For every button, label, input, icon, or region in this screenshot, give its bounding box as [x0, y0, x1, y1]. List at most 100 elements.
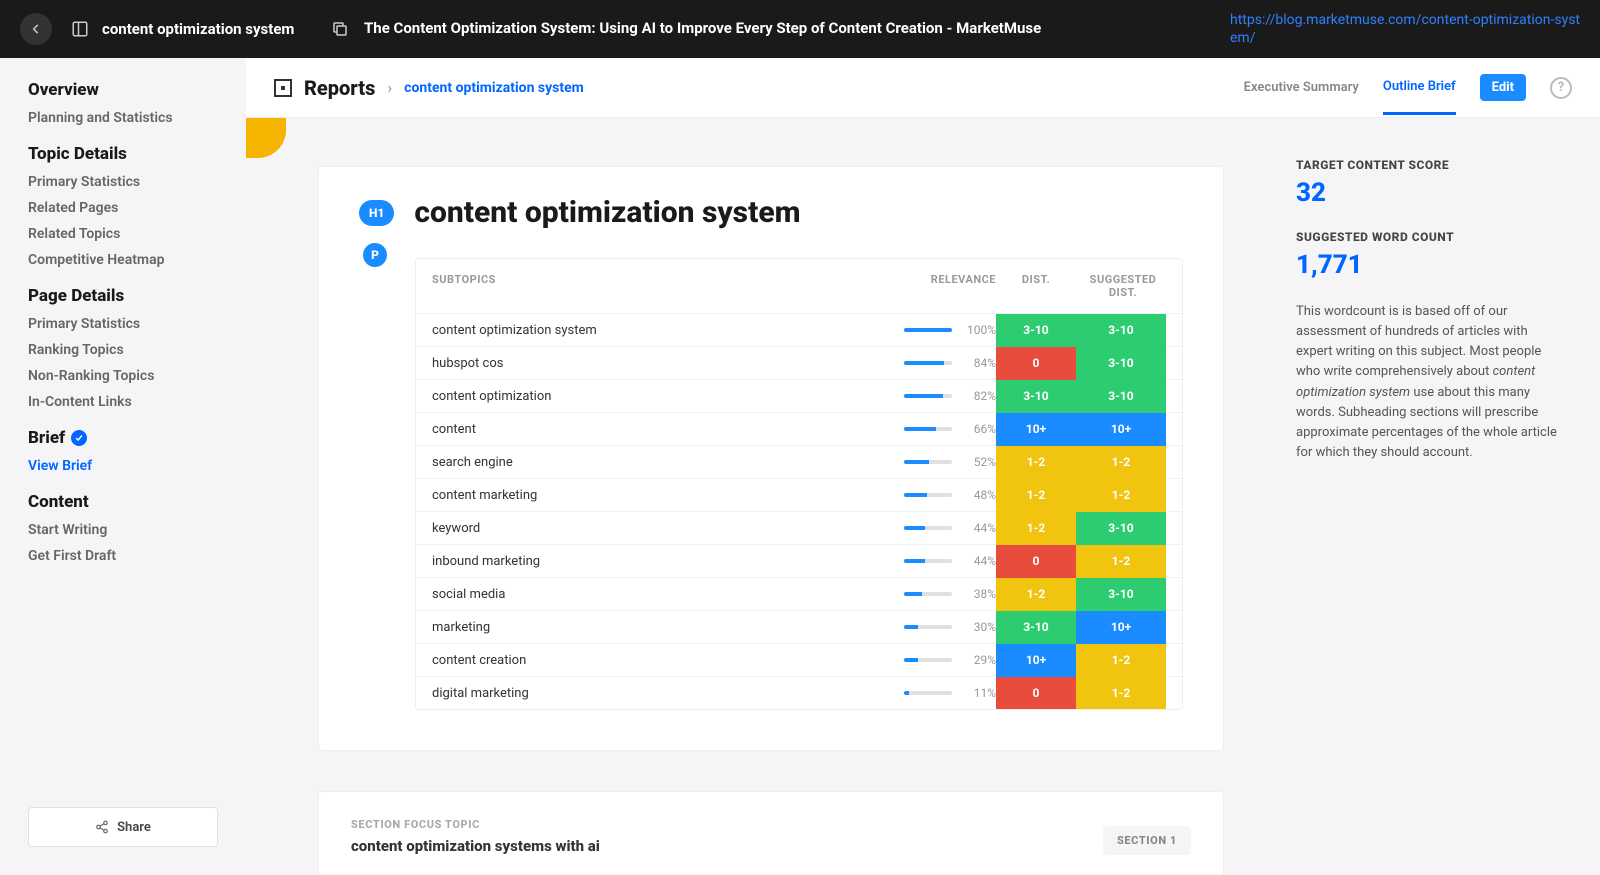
sidebar-item[interactable]: Competitive Heatmap	[28, 252, 218, 268]
cell-relevance: 48%	[876, 488, 996, 502]
table-row[interactable]: social media38%1-23-10	[416, 577, 1182, 610]
table-row[interactable]: content creation29%10+1-2	[416, 643, 1182, 676]
sidebar-heading: Page Details	[28, 286, 218, 306]
target-score-value: 32	[1296, 178, 1566, 208]
main-content: Reports › content optimization system Ex…	[246, 58, 1600, 875]
cell-subtopic: hubspot cos	[432, 356, 876, 371]
chevron-right-icon: ›	[387, 78, 392, 97]
decoration-corner	[246, 118, 286, 158]
query-title: content optimization system	[102, 20, 302, 39]
sidebar-item[interactable]: Primary Statistics	[28, 316, 218, 332]
table-row[interactable]: inbound marketing44%01-2	[416, 544, 1182, 577]
cell-sugg-dist: 10+	[1076, 413, 1166, 446]
panel-icon[interactable]	[70, 19, 90, 39]
table-row[interactable]: content optimization82%3-103-10	[416, 379, 1182, 412]
sidebar-item[interactable]: Related Topics	[28, 226, 218, 242]
table-row[interactable]: content marketing48%1-21-2	[416, 478, 1182, 511]
section-focus-label: SECTION FOCUS TOPIC	[351, 818, 600, 831]
cell-dist: 3-10	[996, 380, 1076, 413]
sidebar-item[interactable]: Ranking Topics	[28, 342, 218, 358]
page-title: The Content Optimization System: Using A…	[364, 19, 1230, 39]
cell-relevance: 66%	[876, 422, 996, 436]
back-button[interactable]	[20, 13, 52, 45]
cell-dist: 3-10	[996, 611, 1076, 644]
cell-subtopic: inbound marketing	[432, 554, 876, 569]
cell-sugg-dist: 3-10	[1076, 380, 1166, 413]
word-count-label: SUGGESTED WORD COUNT	[1296, 230, 1566, 244]
cell-subtopic: content marketing	[432, 488, 876, 503]
col-dist: DIST.	[996, 273, 1076, 299]
tab-outline-brief[interactable]: Outline Brief	[1383, 79, 1456, 115]
main-header: Reports › content optimization system Ex…	[246, 58, 1600, 118]
cell-relevance: 44%	[876, 554, 996, 568]
sidebar-heading: Content	[28, 492, 218, 512]
sidebar-heading: Brief	[28, 428, 218, 448]
sidebar-item[interactable]: Primary Statistics	[28, 174, 218, 190]
section-focus-title: content optimization systems with ai	[351, 837, 600, 855]
reports-label: Reports	[304, 76, 375, 100]
col-sugg-dist: SUGGESTED DIST.	[1076, 273, 1166, 299]
table-row[interactable]: hubspot cos84%03-10	[416, 346, 1182, 379]
cell-dist: 1-2	[996, 446, 1076, 479]
cell-subtopic: content optimization system	[432, 323, 876, 338]
cell-sugg-dist: 1-2	[1076, 677, 1166, 710]
breadcrumb-link[interactable]: content optimization system	[404, 80, 584, 96]
cell-dist: 0	[996, 677, 1076, 710]
sidebar-item[interactable]: Related Pages	[28, 200, 218, 216]
cell-relevance: 29%	[876, 653, 996, 667]
cell-subtopic: keyword	[432, 521, 876, 536]
cell-subtopic: social media	[432, 587, 876, 602]
cell-sugg-dist: 1-2	[1076, 446, 1166, 479]
cell-relevance: 82%	[876, 389, 996, 403]
sidebar-item[interactable]: Non-Ranking Topics	[28, 368, 218, 384]
sidebar-heading: Overview	[28, 80, 218, 100]
top-bar: content optimization system The Content …	[0, 0, 1600, 58]
cell-relevance: 38%	[876, 587, 996, 601]
sidebar-item[interactable]: Planning and Statistics	[28, 110, 218, 126]
cell-sugg-dist: 1-2	[1076, 545, 1166, 578]
cell-subtopic: content	[432, 422, 876, 437]
sidebar-item[interactable]: View Brief	[28, 458, 218, 474]
subtopics-table: SUBTOPICS RELEVANCE DIST. SUGGESTED DIST…	[415, 258, 1183, 710]
table-row[interactable]: digital marketing11%01-2	[416, 676, 1182, 709]
cell-relevance: 44%	[876, 521, 996, 535]
help-icon[interactable]: ?	[1550, 77, 1572, 99]
cell-relevance: 30%	[876, 620, 996, 634]
section-card: SECTION FOCUS TOPIC content optimization…	[318, 791, 1224, 875]
table-row[interactable]: keyword44%1-23-10	[416, 511, 1182, 544]
sidebar-heading: Topic Details	[28, 144, 218, 164]
check-badge-icon	[71, 430, 87, 446]
col-relevance: RELEVANCE	[876, 273, 996, 299]
sidebar-item[interactable]: In-Content Links	[28, 394, 218, 410]
page-url[interactable]: https://blog.marketmuse.com/content-opti…	[1230, 11, 1580, 47]
table-row[interactable]: search engine52%1-21-2	[416, 445, 1182, 478]
h1-text: content optimization system	[414, 195, 800, 230]
table-row[interactable]: content66%10+10+	[416, 412, 1182, 445]
sidebar: Overview Planning and Statistics Topic Det…	[0, 58, 246, 875]
table-row[interactable]: marketing30%3-1010+	[416, 610, 1182, 643]
cell-dist: 1-2	[996, 578, 1076, 611]
share-icon	[95, 820, 109, 834]
cell-dist: 1-2	[996, 512, 1076, 545]
share-button[interactable]: Share	[28, 807, 218, 847]
copy-icon[interactable]	[330, 20, 350, 38]
word-count-value: 1,771	[1296, 250, 1566, 280]
edit-button[interactable]: Edit	[1480, 74, 1526, 101]
cell-subtopic: content creation	[432, 653, 876, 668]
cell-sugg-dist: 10+	[1076, 611, 1166, 644]
cell-subtopic: content optimization	[432, 389, 876, 404]
col-subtopics: SUBTOPICS	[432, 273, 876, 299]
cell-subtopic: digital marketing	[432, 686, 876, 701]
sidebar-item[interactable]: Start Writing	[28, 522, 218, 538]
target-score-label: TARGET CONTENT SCORE	[1296, 158, 1566, 172]
cell-dist: 0	[996, 545, 1076, 578]
sidebar-item[interactable]: Get First Draft	[28, 548, 218, 564]
cell-dist: 1-2	[996, 479, 1076, 512]
tab-executive-summary[interactable]: Executive Summary	[1244, 80, 1359, 95]
table-row[interactable]: content optimization system100%3-103-10	[416, 313, 1182, 346]
stats-panel: TARGET CONTENT SCORE 32 SUGGESTED WORD C…	[1296, 118, 1600, 875]
cell-sugg-dist: 3-10	[1076, 347, 1166, 380]
cell-dist: 0	[996, 347, 1076, 380]
cell-sugg-dist: 3-10	[1076, 314, 1166, 347]
h1-badge: H1	[359, 200, 394, 226]
